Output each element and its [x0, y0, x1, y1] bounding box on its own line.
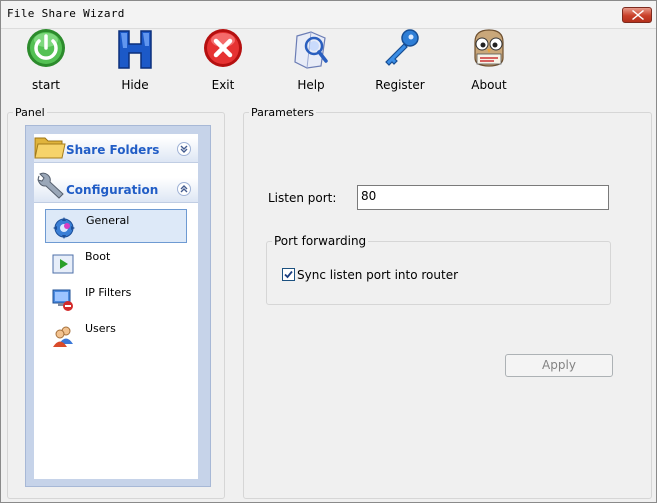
nav-item-general[interactable]: General	[45, 209, 187, 243]
sync-port-checkbox[interactable]	[282, 268, 295, 281]
nav-item-ip-filters[interactable]: IP Filters	[45, 282, 187, 316]
register-label: Register	[375, 78, 425, 92]
nav-item-ip-filters-label: IP Filters	[85, 286, 132, 299]
collapse-chevron-icon[interactable]	[177, 182, 191, 196]
port-forwarding-caption: Port forwarding	[272, 234, 369, 248]
close-window-button[interactable]	[622, 7, 652, 23]
start-label: start	[32, 78, 60, 92]
exit-label: Exit	[211, 78, 235, 92]
parameters-group	[243, 112, 652, 499]
key-icon	[385, 29, 419, 66]
main-window: File Share Wizard start Hide Exit Help R…	[0, 0, 657, 503]
owl-readme-icon	[474, 29, 504, 67]
nav-item-users-label: Users	[85, 322, 116, 335]
hide-button[interactable]: Hide	[95, 28, 175, 98]
navigation-sidebar: Share Folders Configuration General Boot…	[25, 125, 211, 487]
close-icon	[632, 10, 644, 20]
listen-port-input[interactable]: 80	[357, 185, 609, 210]
parameters-caption: Parameters	[249, 106, 316, 119]
register-button[interactable]: Register	[360, 28, 440, 98]
about-label: About	[471, 78, 507, 92]
help-label: Help	[297, 78, 325, 92]
title-bar: File Share Wizard	[1, 1, 656, 29]
power-icon	[27, 29, 65, 67]
expand-chevron-icon[interactable]	[177, 142, 191, 156]
nav-item-general-label: General	[86, 214, 130, 227]
listen-port-label: Listen port:	[268, 191, 337, 205]
nav-item-boot-label: Boot	[85, 250, 111, 263]
about-button[interactable]: About	[449, 28, 529, 98]
wrench-icon	[37, 172, 64, 199]
monitor-block-icon	[52, 289, 73, 311]
help-button[interactable]: Help	[271, 28, 351, 98]
window-title: File Share Wizard	[7, 7, 125, 20]
gear-icon	[53, 217, 75, 239]
toolbar: start Hide Exit Help Register About	[1, 28, 656, 100]
section-configuration[interactable]: Configuration	[34, 172, 198, 203]
sync-port-label[interactable]: Sync listen port into router	[297, 268, 458, 282]
exit-icon	[204, 29, 242, 67]
nav-item-boot[interactable]: Boot	[45, 246, 187, 280]
folder-icon	[34, 137, 66, 159]
sidebar-content: Share Folders Configuration General Boot…	[34, 134, 198, 479]
section-share-folders-title: Share Folders	[66, 143, 160, 157]
hide-label: Hide	[121, 78, 149, 92]
users-icon	[53, 326, 73, 347]
checkmark-icon	[284, 270, 293, 279]
help-icon	[294, 31, 328, 69]
nav-item-users[interactable]: Users	[45, 318, 187, 352]
play-icon	[52, 254, 74, 274]
exit-button[interactable]: Exit	[183, 28, 263, 98]
start-button[interactable]: start	[6, 28, 86, 98]
hide-h-icon	[118, 30, 152, 69]
section-configuration-title: Configuration	[66, 183, 159, 197]
panel-caption: Panel	[13, 106, 47, 119]
apply-button[interactable]: Apply	[505, 354, 613, 377]
section-share-folders[interactable]: Share Folders	[34, 137, 198, 163]
